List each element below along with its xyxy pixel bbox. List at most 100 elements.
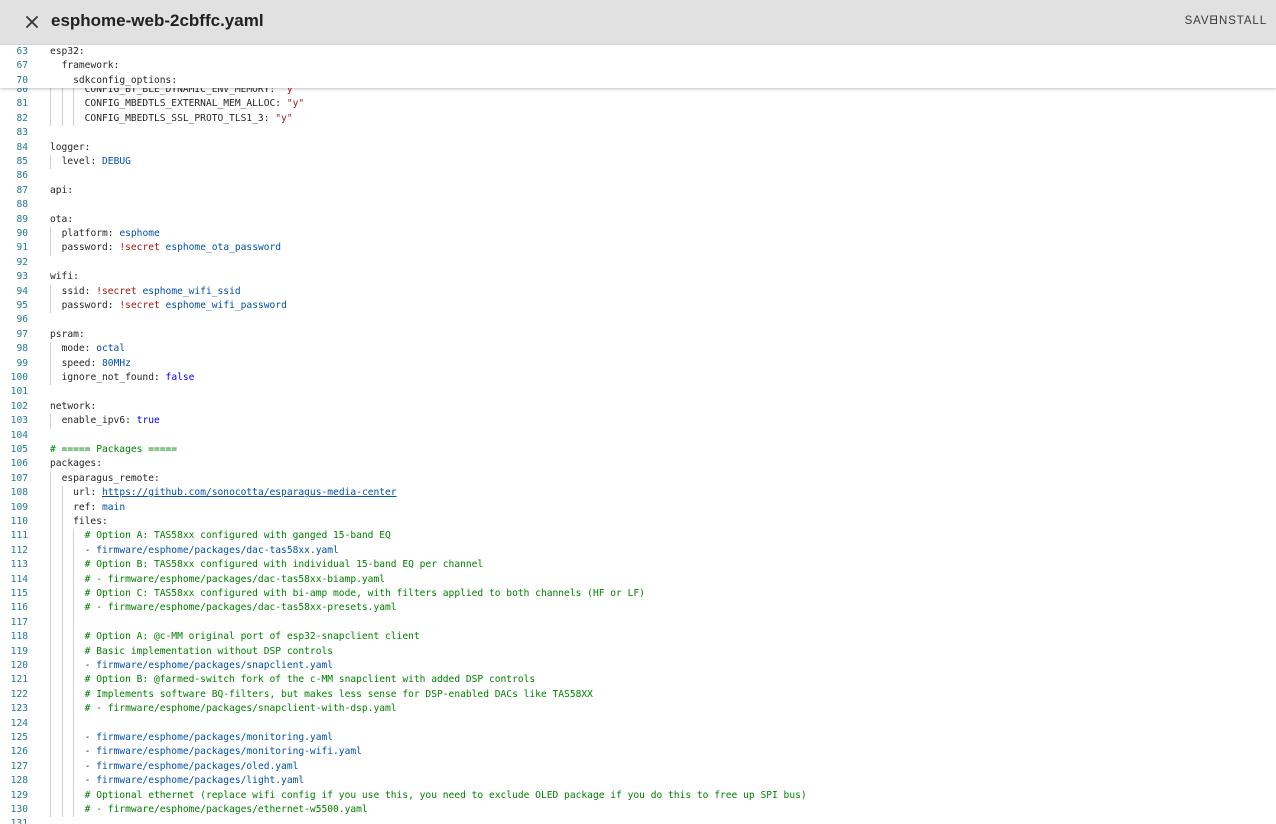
indent-guide	[50, 500, 51, 515]
line-number: 98	[16, 343, 28, 355]
line-number: 82	[16, 112, 28, 124]
line-number: 84	[16, 141, 28, 153]
line-text: # - firmware/esphome/packages/ethernet-w…	[84, 804, 368, 815]
indent-guide	[50, 716, 51, 731]
indent-guide	[50, 774, 51, 789]
line-number: 112	[10, 544, 28, 556]
indent-guide	[50, 615, 51, 631]
line-number: 104	[10, 429, 28, 441]
code-line: 81 CONFIG_MBEDTLS_EXTERNAL_MEM_ALLOC: "y…	[0, 97, 1276, 111]
indent-guide	[73, 702, 75, 717]
indent-guide	[61, 558, 63, 573]
indent-guide	[61, 702, 63, 717]
indent-guide	[73, 587, 75, 602]
line-number: 94	[16, 285, 28, 297]
code-line: 120 - firmware/esphome/packages/snapclie…	[0, 659, 1276, 673]
indent-guide	[61, 673, 63, 688]
line-text: api:	[50, 184, 74, 196]
save-button[interactable]: SAVE	[1185, 15, 1218, 27]
indent-guide	[61, 644, 63, 659]
indent-guide	[73, 601, 75, 616]
code-line: 95 password: !secret esphome_wifi_passwo…	[0, 299, 1276, 313]
indent-guide	[50, 97, 51, 112]
indent-guide	[61, 774, 63, 789]
indent-guide	[73, 529, 75, 544]
code-line: 89 ota:	[0, 213, 1276, 227]
indent-guide	[50, 111, 51, 127]
code-line: 110 files:	[0, 515, 1276, 529]
indent-guide	[61, 543, 63, 559]
line-text: # Option A: @c-MM original port of esp32…	[84, 631, 420, 643]
indent-guide	[73, 615, 75, 631]
indent-guide	[50, 759, 51, 775]
line-number: 116	[10, 602, 28, 614]
line-text: CONFIG_MBEDTLS_SSL_PROTO_TLS1_3: "y"	[84, 112, 293, 124]
code-line: 121 # Option B: @farmed-switch fork of t…	[0, 673, 1276, 687]
line-text: password: !secret esphome_ota_password	[61, 242, 282, 254]
indent-guide	[61, 745, 63, 760]
line-number: 127	[10, 760, 28, 772]
indent-guide	[50, 630, 51, 645]
code-line: 111 # Option A: TAS58xx configured with …	[0, 529, 1276, 543]
code-line: 102 network:	[0, 400, 1276, 414]
line-text: # Option B: TAS58xx configured with indi…	[84, 559, 484, 571]
line-text: packages:	[50, 458, 102, 470]
indent-guide	[61, 731, 63, 746]
code-lines[interactable]: 80 CONFIG_BT_BLE_DYNAMIC_ENV_MEMORY: "y"…	[0, 45, 1276, 824]
indent-guide	[61, 111, 63, 127]
indent-guide	[61, 486, 63, 501]
line-text: # Option C: TAS58xx configured with bi-a…	[84, 588, 645, 599]
line-number: 87	[16, 184, 28, 196]
indent-guide	[61, 759, 63, 775]
line-text: - firmware/esphome/packages/dac-tas58xx.…	[84, 544, 339, 556]
code-line: 84 logger:	[0, 141, 1276, 155]
line-number: 88	[16, 199, 28, 211]
install-button[interactable]: INSTALL	[1215, 15, 1267, 27]
indent-guide	[50, 572, 51, 587]
indent-guide	[50, 299, 51, 314]
line-text: - firmware/esphome/packages/snapclient.y…	[84, 660, 334, 671]
line-text: # Option A: TAS58xx configured with gang…	[84, 530, 391, 542]
code-line: 107 esparagus_remote:	[0, 472, 1276, 486]
line-number: 100	[10, 372, 28, 383]
line-text: ignore_not_found: false	[61, 372, 195, 383]
sticky-line: 70 sdkconfig_options:	[0, 74, 1276, 88]
line-text: level: DEBUG	[61, 156, 131, 167]
close-button[interactable]	[19, 9, 45, 35]
line-number: 67	[16, 60, 28, 72]
indent-guide	[50, 371, 51, 386]
sticky-scroll-header: 63 esp32: 67 framework: 70 sdkconfig_option…	[0, 45, 1276, 88]
line-number: 126	[10, 746, 28, 758]
indent-guide	[50, 155, 51, 170]
line-number: 121	[10, 674, 28, 686]
line-number: 90	[16, 228, 28, 239]
indent-guide	[50, 673, 51, 688]
indent-guide	[50, 515, 51, 530]
line-text: # Optional ethernet (replace wifi config…	[84, 789, 807, 801]
line-text: platform: esphome	[61, 228, 160, 239]
indent-guide	[50, 284, 51, 299]
code-line: 83	[0, 126, 1276, 140]
line-number: 128	[10, 775, 28, 787]
line-text: ota:	[50, 213, 74, 225]
indent-guide	[61, 587, 63, 602]
code-line: 119 # Basic implementation without DSP c…	[0, 645, 1276, 659]
indent-guide	[50, 471, 51, 487]
line-number: 122	[10, 688, 28, 700]
line-text: esp32:	[50, 46, 85, 57]
line-number: 106	[10, 458, 28, 470]
line-text: psram:	[50, 328, 85, 340]
code-editor[interactable]: 63 esp32: 67 framework: 70 sdkconfig_option…	[0, 45, 1276, 824]
line-text: network:	[50, 400, 97, 412]
indent-guide	[50, 601, 51, 616]
line-text: esparagus_remote:	[61, 472, 160, 484]
line-text: logger:	[50, 141, 91, 153]
line-number: 70	[16, 74, 28, 86]
line-text: - firmware/esphome/packages/monitoring.y…	[84, 732, 334, 743]
code-line: 130 # - firmware/esphome/packages/ethern…	[0, 803, 1276, 817]
indent-guide	[50, 529, 51, 544]
code-line: 123 # - firmware/esphome/packages/snapcl…	[0, 702, 1276, 716]
line-number: 110	[10, 516, 28, 527]
sticky-line: 63 esp32:	[0, 45, 1276, 59]
indent-guide	[61, 659, 63, 674]
